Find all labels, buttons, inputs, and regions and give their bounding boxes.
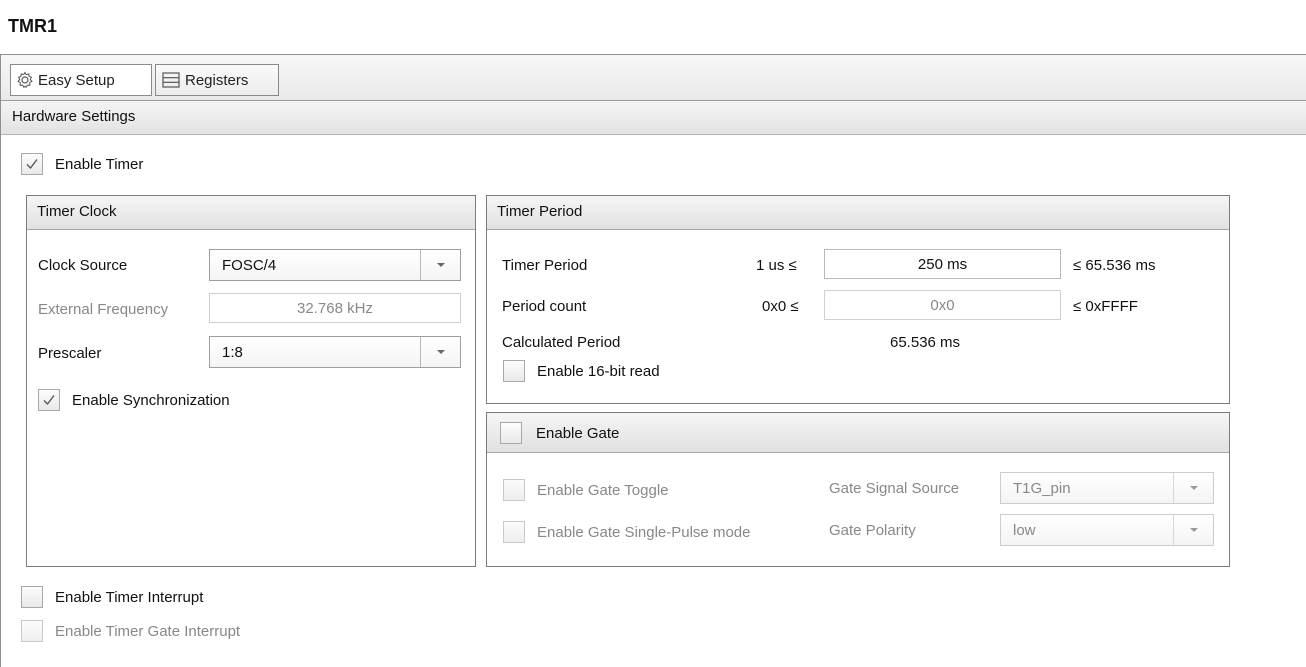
timer-period-label: Timer Period: [502, 257, 588, 274]
gate-polarity-value: low: [1013, 521, 1036, 539]
page-title: TMR1: [8, 16, 57, 36]
period-count-label: Period count: [502, 298, 587, 315]
enable-timer-gate-interrupt-checkbox[interactable]: [21, 620, 43, 642]
external-frequency-value: 32.768 kHz: [297, 299, 373, 317]
period-count-min: 0x0 ≤: [762, 298, 799, 315]
external-frequency-field[interactable]: 32.768 kHz: [209, 293, 461, 323]
gate-polarity-label: Gate Polarity: [829, 522, 916, 539]
enable-gate-checkbox[interactable]: [500, 422, 522, 444]
chevron-down-icon[interactable]: [420, 250, 460, 280]
enable-gate-toggle-label: Enable Gate Toggle: [537, 482, 669, 499]
chevron-down-icon[interactable]: [420, 337, 460, 367]
enable-gate-toggle-checkbox[interactable]: [503, 479, 525, 501]
checkmark-icon: [43, 395, 55, 406]
period-count-input[interactable]: 0x0: [824, 290, 1061, 320]
gate-signal-source-select[interactable]: T1G_pin: [1000, 472, 1214, 504]
period-count-max: ≤ 0xFFFF: [1073, 298, 1138, 315]
enable-16bit-read-label: Enable 16-bit read: [537, 363, 660, 380]
clock-source-select[interactable]: FOSC/4: [209, 249, 461, 281]
enable-timer-checkbox[interactable]: [21, 153, 43, 175]
chevron-down-icon[interactable]: [1173, 515, 1213, 545]
timer-clock-title: Timer Clock: [27, 196, 475, 230]
gate-signal-source-label: Gate Signal Source: [829, 480, 960, 497]
timer-period-input[interactable]: 250 ms: [824, 249, 1061, 279]
enable-16bit-read-checkbox[interactable]: [503, 360, 525, 382]
gear-icon: [17, 71, 33, 89]
enable-timer-label: Enable Timer: [55, 156, 144, 173]
tab-registers[interactable]: Registers: [155, 64, 279, 96]
calculated-period-label: Calculated Period: [502, 334, 621, 351]
gate-panel-header: Enable Gate: [487, 413, 1229, 453]
prescaler-select[interactable]: 1:8: [209, 336, 461, 368]
clock-source-label: Clock Source: [38, 257, 128, 274]
timer-period-max: ≤ 65.536 ms: [1073, 257, 1156, 274]
calculated-period-value: 65.536 ms: [890, 334, 961, 351]
enable-gate-single-pulse-checkbox[interactable]: [503, 521, 525, 543]
timer-period-panel: Timer Period Timer Period 1 us ≤ 250 ms …: [486, 195, 1230, 404]
prescaler-value: 1:8: [222, 343, 243, 361]
gate-panel: Enable Gate Enable Gate Toggle Gate Sign…: [486, 412, 1230, 567]
prescaler-label: Prescaler: [38, 345, 102, 362]
external-frequency-label: External Frequency: [38, 301, 169, 318]
timer-clock-panel: Timer Clock Clock Source FOSC/4 External…: [26, 195, 476, 567]
enable-synchronization-checkbox[interactable]: [38, 389, 60, 411]
tab-easy-setup-label: Easy Setup: [38, 71, 115, 89]
register-list-icon: [162, 72, 180, 88]
enable-timer-gate-interrupt-label: Enable Timer Gate Interrupt: [55, 623, 241, 640]
gate-polarity-select[interactable]: low: [1000, 514, 1214, 546]
tab-easy-setup[interactable]: Easy Setup: [10, 64, 152, 96]
clock-source-value: FOSC/4: [222, 256, 277, 274]
tab-registers-label: Registers: [185, 71, 249, 89]
checkmark-icon: [26, 159, 38, 170]
timer-period-title: Timer Period: [487, 196, 1229, 230]
section-header: Hardware Settings: [1, 101, 1306, 135]
timer-period-value: 250 ms: [917, 255, 968, 273]
enable-synchronization-label: Enable Synchronization: [72, 392, 230, 409]
tab-bar: Easy Setup Registers: [1, 55, 1306, 101]
enable-timer-interrupt-label: Enable Timer Interrupt: [55, 589, 204, 606]
period-count-value: 0x0: [930, 296, 955, 314]
timer-period-min: 1 us ≤: [756, 257, 797, 274]
gate-signal-source-value: T1G_pin: [1013, 479, 1071, 497]
enable-timer-interrupt-checkbox[interactable]: [21, 586, 43, 608]
enable-gate-label: Enable Gate: [536, 425, 620, 442]
enable-gate-single-pulse-label: Enable Gate Single-Pulse mode: [537, 524, 751, 541]
chevron-down-icon[interactable]: [1173, 473, 1213, 503]
tmr1-config-panel: Easy Setup Registers Hardware Settings E…: [0, 54, 1306, 667]
